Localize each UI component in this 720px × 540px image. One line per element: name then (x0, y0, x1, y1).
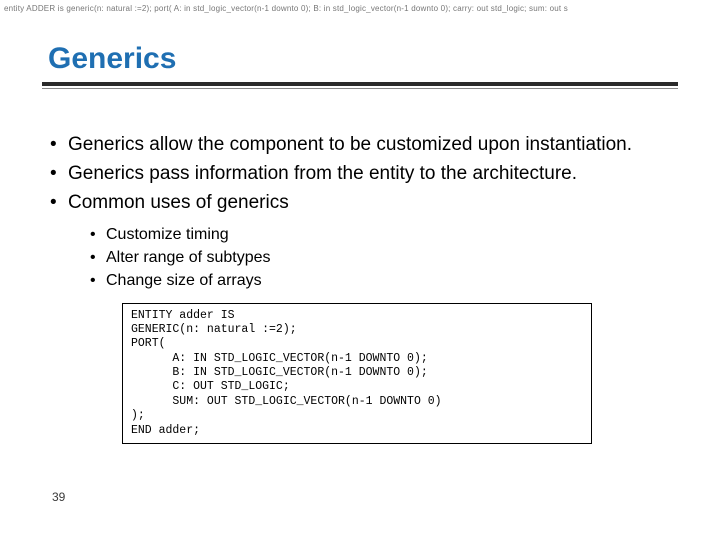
code-block: ENTITY adder IS GENERIC(n: natural :=2);… (122, 303, 592, 444)
slide-container: Generics Generics allow the component to… (0, 14, 720, 540)
bullet-item: Common uses of generics Customize timing… (48, 191, 660, 290)
title-rule-thick (42, 82, 678, 86)
sub-bullet-item: Change size of arrays (88, 271, 660, 291)
slide-number: 39 (52, 490, 65, 504)
slide-title: Generics (42, 42, 678, 76)
title-rule-thin (42, 88, 678, 89)
sub-bullet-item: Alter range of subtypes (88, 248, 660, 268)
top-watermark: entity ADDER is generic(n: natural :=2);… (4, 4, 720, 13)
bullet-list: Generics allow the component to be custo… (48, 133, 660, 291)
bullet-item: Generics allow the component to be custo… (48, 133, 660, 156)
sub-bullet-item: Customize timing (88, 225, 660, 245)
bullet-text: Common uses of generics (68, 192, 289, 213)
sub-bullet-list: Customize timing Alter range of subtypes… (88, 225, 660, 291)
bullet-item: Generics pass information from the entit… (48, 162, 660, 185)
slide-content: Generics allow the component to be custo… (42, 133, 678, 444)
